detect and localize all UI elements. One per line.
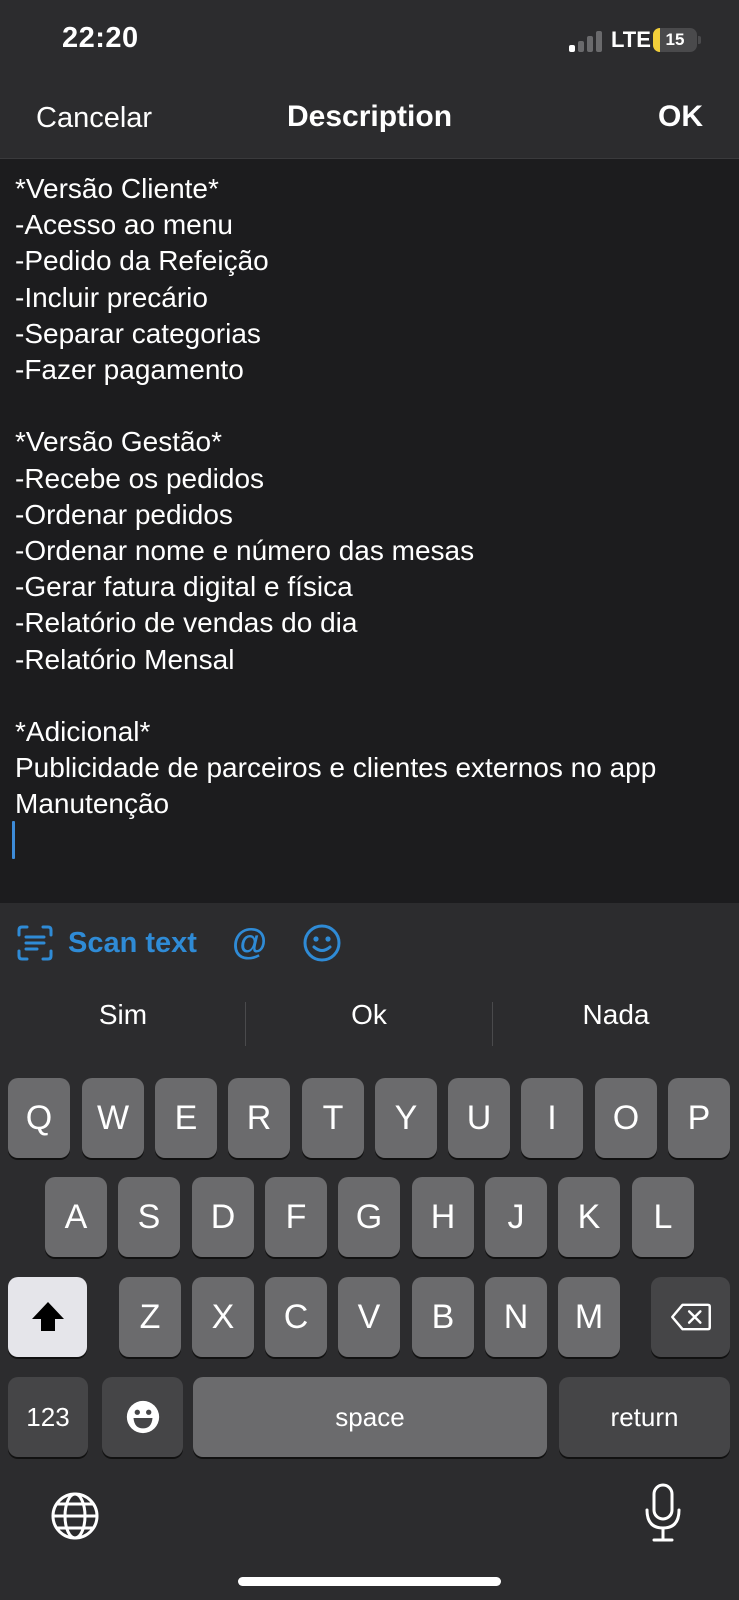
- editor-line: -Recebe os pedidos: [15, 462, 265, 494]
- home-indicator[interactable]: [238, 1577, 501, 1586]
- key-g[interactable]: G: [338, 1177, 400, 1257]
- editor-line: *Versão Cliente*: [15, 173, 219, 204]
- scan-text-label: Scan text: [68, 926, 197, 959]
- editor-line: -Separar categorias: [15, 317, 261, 349]
- key-z[interactable]: Z: [119, 1277, 181, 1357]
- key-s[interactable]: S: [118, 1177, 180, 1257]
- keyboard: Sim Ok Nada Q W E R T Y U I O P A S D F …: [0, 982, 739, 1600]
- globe-icon: [51, 1492, 99, 1540]
- key-p[interactable]: P: [668, 1078, 730, 1158]
- editor-line: Publicidade de parceiros e clientes exte…: [15, 752, 657, 784]
- key-a[interactable]: A: [45, 1177, 107, 1257]
- key-r[interactable]: R: [228, 1078, 290, 1158]
- suggestion-1[interactable]: Sim: [0, 999, 246, 1031]
- key-w[interactable]: W: [82, 1078, 144, 1158]
- page-title: Description: [286, 100, 453, 133]
- key-v[interactable]: V: [338, 1277, 400, 1357]
- suggestion-2[interactable]: Ok: [246, 999, 492, 1031]
- key-l[interactable]: L: [632, 1177, 694, 1257]
- key-x[interactable]: X: [192, 1277, 254, 1357]
- scan-text-icon: [17, 925, 53, 961]
- key-h[interactable]: H: [412, 1177, 474, 1257]
- keyboard-accessory-bar: Scan text @: [0, 903, 739, 982]
- numbers-key[interactable]: 123: [8, 1377, 88, 1457]
- delete-key[interactable]: [651, 1277, 730, 1357]
- return-key[interactable]: return: [559, 1377, 730, 1457]
- smiley-button[interactable]: [302, 923, 342, 963]
- editor-line: -Gerar fatura digital e física: [15, 571, 353, 603]
- editor-line: Manutenção: [15, 788, 170, 820]
- globe-button[interactable]: [50, 1491, 100, 1541]
- delete-icon: [670, 1303, 711, 1331]
- suggestion-bar: Sim Ok Nada: [0, 982, 739, 1052]
- editor-line: -Relatório Mensal: [15, 643, 235, 675]
- key-i[interactable]: I: [521, 1078, 583, 1158]
- suggestion-3[interactable]: Nada: [493, 999, 739, 1031]
- key-d[interactable]: D: [192, 1177, 254, 1257]
- battery-percentage: 15: [665, 30, 685, 49]
- editor-line: -Ordenar pedidos: [15, 498, 233, 530]
- space-key[interactable]: space: [193, 1377, 547, 1457]
- key-k[interactable]: K: [558, 1177, 620, 1257]
- microphone-button[interactable]: [643, 1482, 683, 1544]
- editor-line: -Acesso ao menu: [15, 209, 233, 241]
- scan-text-button[interactable]: Scan text: [16, 923, 197, 963]
- shift-key[interactable]: [8, 1277, 87, 1357]
- battery-cap: [698, 36, 701, 44]
- key-m[interactable]: M: [558, 1277, 620, 1357]
- battery-icon: 15: [653, 28, 697, 52]
- key-j[interactable]: J: [485, 1177, 547, 1257]
- key-n[interactable]: N: [485, 1277, 547, 1357]
- key-f[interactable]: F: [265, 1177, 327, 1257]
- key-u[interactable]: U: [448, 1078, 510, 1158]
- shift-icon: [31, 1302, 64, 1331]
- editor-line: -Incluir precário: [15, 281, 208, 313]
- network-type: LTE: [611, 27, 651, 52]
- ok-button[interactable]: OK: [658, 100, 703, 134]
- key-b[interactable]: B: [412, 1277, 474, 1357]
- smiley-icon: [303, 924, 341, 962]
- emoji-icon: [126, 1400, 159, 1434]
- editor-line: -Fazer pagamento: [15, 354, 244, 386]
- emoji-key[interactable]: [102, 1377, 183, 1457]
- mention-button[interactable]: @: [232, 921, 267, 963]
- description-text: *Versão Cliente* -Acesso ao menu -Pedido…: [15, 171, 730, 823]
- navigation-bar: Cancelar Description OK: [0, 78, 739, 159]
- editor-line: -Pedido da Refeição: [15, 245, 269, 277]
- key-o[interactable]: O: [595, 1078, 657, 1158]
- editor-line: -Relatório de vendas do dia: [15, 607, 358, 639]
- key-e[interactable]: E: [155, 1078, 217, 1158]
- status-time: 22:20: [62, 22, 139, 54]
- key-y[interactable]: Y: [375, 1078, 437, 1158]
- editor-line: *Adicional*: [15, 716, 151, 748]
- status-bar: 22:20 LTE 15: [0, 0, 739, 78]
- editor-line: -Ordenar nome e número das mesas: [15, 535, 475, 567]
- key-q[interactable]: Q: [8, 1078, 70, 1158]
- key-c[interactable]: C: [265, 1277, 327, 1357]
- text-cursor: [12, 821, 15, 859]
- description-text-area[interactable]: *Versão Cliente* -Acesso ao menu -Pedido…: [0, 159, 739, 903]
- microphone-icon: [645, 1483, 681, 1542]
- key-t[interactable]: T: [302, 1078, 364, 1158]
- cellular-signal-icon: [569, 30, 603, 52]
- editor-line: *Versão Gestão*: [15, 426, 223, 458]
